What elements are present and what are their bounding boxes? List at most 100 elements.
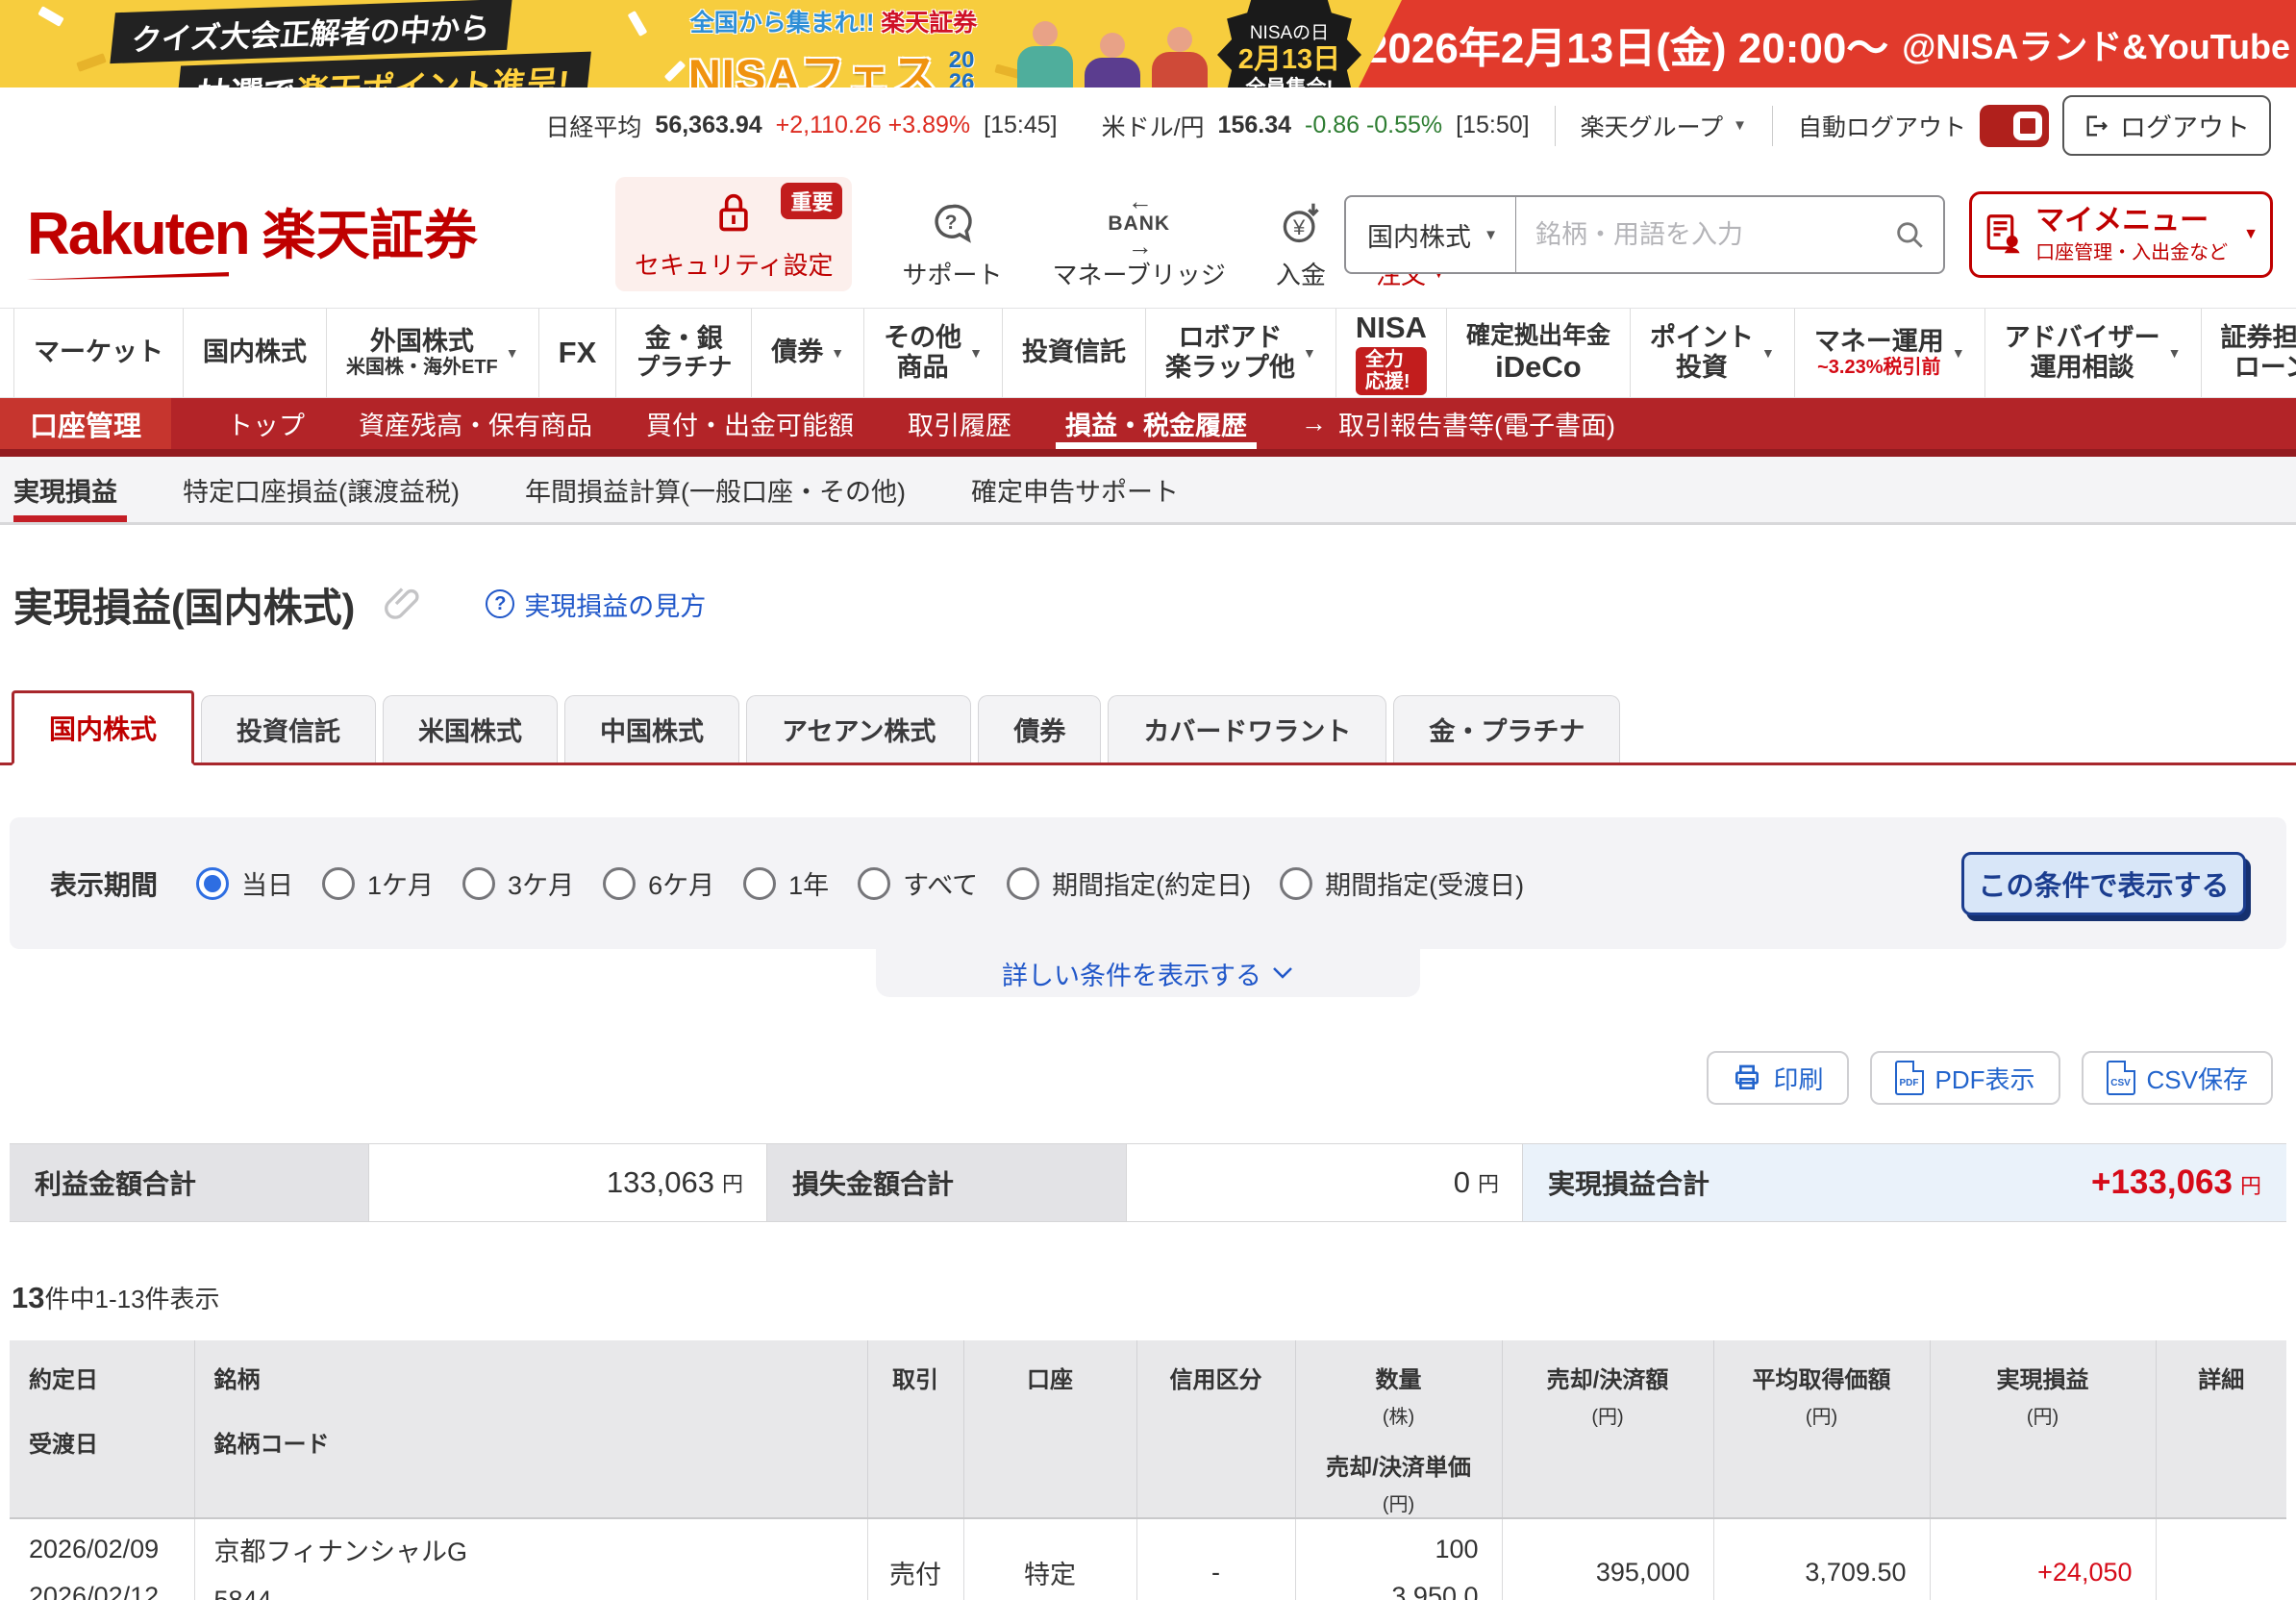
pdf-view-button[interactable]: PDF PDF表示 — [1869, 1051, 2060, 1105]
nav-item-ideco[interactable]: 確定拠出年金 iDeCo — [1447, 309, 1631, 397]
security-settings-link[interactable]: 重要 セキュリティ設定 — [615, 177, 853, 291]
nav-item-fx[interactable]: FX — [539, 309, 617, 397]
nav-item-bonds[interactable]: 債券 ▼ — [752, 309, 865, 397]
nav-item-foreign-stock[interactable]: 外国株式 米国株・海外ETF ▼ — [327, 309, 539, 397]
auto-logout-label: 自動ログアウト — [1797, 113, 1966, 141]
nisa-fes-title: NISAフェス — [687, 50, 939, 88]
csv-save-button[interactable]: CSV CSV保存 — [2081, 1051, 2273, 1105]
radio-circle — [1007, 866, 1040, 900]
nisa-day-badge: NISAの日 2月13日 全員集合! — [1217, 0, 1361, 88]
col-header-dates: 約定日 受渡日 — [10, 1340, 195, 1519]
subtab-realized-pl[interactable]: 実現損益 — [12, 457, 150, 522]
nav-item-point-invest[interactable]: ポイント 投資 ▼ — [1631, 309, 1795, 397]
subtab-annual-calc[interactable]: 年間損益計算(一般口座・その他) — [492, 457, 938, 522]
cell-name: 京都フィナンシャルG 5844 — [194, 1517, 868, 1600]
banner-quiz-text: クイズ大会正解者の中から 抽選で楽天ポイント進呈! — [110, 0, 592, 88]
radio-3month[interactable]: 3ケ月 — [462, 864, 574, 902]
banner-nisa-fes: 全国から集まれ!! 楽天証券 NISAフェス 2026 — [685, 4, 983, 88]
radio-1month[interactable]: 1ケ月 — [322, 864, 434, 902]
divider — [1771, 105, 1773, 146]
nav-item-gold-platinum[interactable]: 金・銀 プラチナ — [616, 309, 753, 397]
acct-tab-balance[interactable]: 資産残高・保有商品 — [336, 398, 615, 449]
nisa-fes-year: 2026 — [948, 46, 975, 88]
money-bridge-link[interactable]: ← BANK → マネーブリッジ — [1052, 188, 1225, 291]
nikkei-value: 56,363.94 — [655, 112, 762, 138]
chevron-down-icon: ▼ — [505, 345, 519, 361]
nav-item-domestic-stock[interactable]: 国内株式 — [184, 309, 327, 397]
search-input[interactable] — [1516, 219, 1876, 250]
help-link[interactable]: ? 実現損益の見方 — [486, 586, 706, 623]
printer-icon — [1732, 1062, 1762, 1093]
search-icon[interactable] — [1876, 218, 1943, 251]
tab-asean-stock[interactable]: アセアン株式 — [746, 695, 972, 762]
rakuten-group-dropdown[interactable]: 楽天グループ ▼ — [1581, 109, 1747, 143]
radio-range-trade-date[interactable]: 期間指定(約定日) — [1007, 864, 1251, 902]
tab-mutual-funds[interactable]: 投資信託 — [201, 695, 377, 762]
svg-text:?: ? — [945, 212, 958, 234]
radio-1year[interactable]: 1年 — [743, 864, 829, 902]
usdjpy-time: [15:50] — [1456, 112, 1530, 138]
promo-banner[interactable]: クイズ大会正解者の中から 抽選で楽天ポイント進呈! 全国から集まれ!! 楽天証券… — [0, 0, 2296, 88]
nav-item-advisor[interactable]: アドバイザー 運用相談 ▼ — [1985, 309, 2202, 397]
confetti-decoration — [627, 10, 648, 38]
rakuten-securities-logo[interactable]: Rakuten 楽天証券 — [27, 192, 478, 280]
cell-pl: +24,050 — [1930, 1517, 2157, 1600]
nav-item-nisa[interactable]: NISA 全力応援! — [1336, 309, 1447, 397]
cell-trade: 売付 — [867, 1517, 964, 1600]
tab-china-stock[interactable]: 中国株式 — [564, 695, 740, 762]
radio-range-settle-date[interactable]: 期間指定(受渡日) — [1280, 864, 1524, 902]
deposit-link[interactable]: ¥ 入金 — [1276, 198, 1326, 291]
acct-tab-pl-tax[interactable]: 損益・税金履歴 — [1042, 398, 1270, 449]
asset-category-tabs: 国内株式 投資信託 米国株式 中国株式 アセアン株式 債券 カバードワラント 金… — [0, 690, 2296, 765]
toggle-knob — [2013, 111, 2042, 140]
nav-item-roboadvisor[interactable]: ロボアド 楽ラップ他 ▼ — [1146, 309, 1336, 397]
acct-tab-reports[interactable]: → 取引報告書等(電子書面) — [1278, 398, 1638, 449]
apply-filter-button[interactable]: この条件で表示する — [1961, 851, 2246, 915]
logout-button[interactable]: ログアウト — [2062, 95, 2271, 156]
tab-covered-warrant[interactable]: カバードワラント — [1108, 695, 1387, 762]
nav-item-money-management[interactable]: マネー運用 ~3.23%税引前 ▼ — [1795, 309, 1985, 397]
radio-circle — [1280, 866, 1313, 900]
acct-tab-history[interactable]: 取引履歴 — [885, 398, 1035, 449]
account-management-title[interactable]: 口座管理 — [0, 398, 171, 449]
chevron-down-icon: ▼ — [969, 345, 983, 361]
nav-item-other-products[interactable]: その他 商品 ▼ — [864, 309, 1003, 397]
paperclip-icon[interactable] — [382, 583, 420, 625]
radio-all[interactable]: すべて — [858, 864, 978, 902]
chevron-down-icon: ▼ — [831, 345, 845, 361]
cell-avg-price: 3,709.50 — [1713, 1517, 1931, 1600]
detailed-conditions-pill[interactable]: 詳しい条件を表示する — [876, 949, 1420, 997]
nav-item-securities-loan[interactable]: 証券担保ローン — [2202, 309, 2296, 397]
logout-icon — [2084, 112, 2110, 139]
event-place: @NISAランド&YouTube — [1902, 26, 2291, 66]
nav-item-market[interactable]: マーケット — [13, 309, 184, 397]
tab-us-stock[interactable]: 米国株式 — [383, 695, 559, 762]
radio-circle — [196, 866, 230, 900]
auto-logout-toggle[interactable] — [1980, 104, 2049, 147]
table-row[interactable]: 2026/02/09 2026/02/12 京都フィナンシャルG 5844 売付 特… — [10, 1517, 2286, 1600]
important-badge: 重要 — [781, 183, 843, 219]
chevron-down-icon: ▼ — [1951, 345, 1965, 361]
print-button[interactable]: 印刷 — [1706, 1051, 1849, 1105]
divider — [1554, 105, 1556, 146]
nav-item-mutual-funds[interactable]: 投資信託 — [1003, 309, 1146, 397]
my-menu-button[interactable]: マイメニュー 口座管理・入出金など ▼ — [1969, 191, 2273, 278]
support-link[interactable]: ? サポート — [902, 198, 1002, 291]
radio-6month[interactable]: 6ケ月 — [603, 864, 714, 902]
filter-label: 表示期間 — [50, 869, 159, 900]
subtab-tax-support[interactable]: 確定申告サポート — [938, 457, 1211, 522]
acct-tab-buying-power[interactable]: 買付・出金可能額 — [623, 398, 877, 449]
display-period-filter: 表示期間 当日 1ケ月 3ケ月 6ケ月 1年 すべて 期間指定(約定日) 期間指… — [10, 817, 2286, 949]
cell-qty: 100 3,950.0 — [1295, 1517, 1503, 1600]
person-illustration — [1017, 21, 1073, 88]
search-category-select[interactable]: 国内株式 ▼ — [1346, 197, 1516, 272]
tab-gold-platinum[interactable]: 金・プラチナ — [1393, 695, 1621, 762]
radio-circle — [603, 866, 636, 900]
tab-bonds[interactable]: 債券 — [978, 695, 1102, 762]
subtab-specific-account[interactable]: 特定口座損益(譲渡益税) — [150, 457, 492, 522]
acct-tab-top[interactable]: トップ — [204, 398, 328, 449]
radio-today[interactable]: 当日 — [196, 864, 293, 902]
tab-domestic-stock[interactable]: 国内株式 — [12, 690, 195, 765]
detailed-conditions-link[interactable]: 詳しい条件を表示する — [1002, 955, 1294, 992]
cell-detail — [2156, 1517, 2286, 1600]
